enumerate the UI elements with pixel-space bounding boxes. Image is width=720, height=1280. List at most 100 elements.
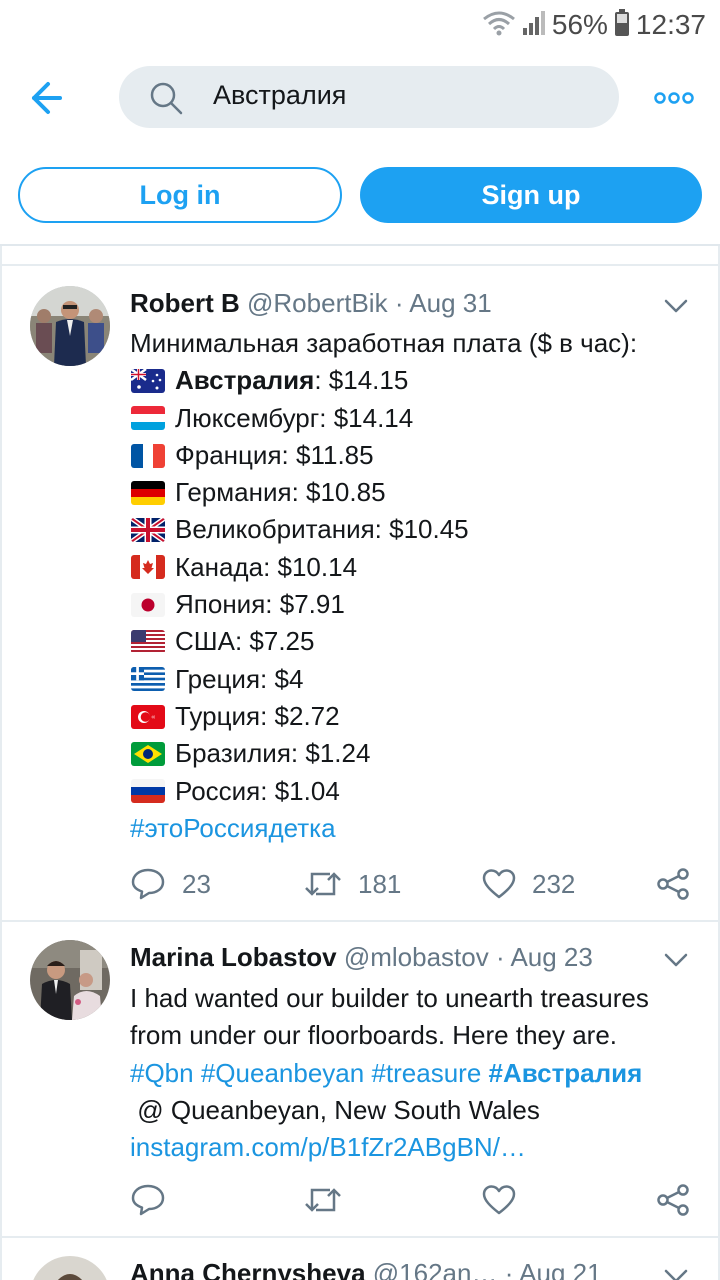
dot-separator: · (394, 288, 404, 318)
chevron-down-icon (664, 953, 688, 967)
tweet-intro: Минимальная заработная плата ($ в час): (130, 328, 638, 358)
dot-separator: · (495, 942, 505, 972)
wage-value: : $14.14 (319, 402, 414, 433)
back-button[interactable] (24, 78, 68, 118)
share-icon (657, 1184, 689, 1216)
country-name: Франция (175, 439, 282, 470)
signup-button[interactable]: Sign up (360, 167, 702, 223)
wage-value: : $14.15 (314, 365, 409, 396)
reply-icon (131, 868, 165, 900)
reply-button[interactable]: 23 (130, 864, 211, 904)
share-button[interactable] (656, 864, 690, 904)
tweet-date[interactable]: Aug 31 (409, 288, 491, 318)
wage-value: : $4 (260, 663, 304, 694)
like-button[interactable]: 232 (482, 864, 575, 904)
like-button[interactable] (482, 1180, 516, 1220)
wage-line: Турция: $2.72 (130, 698, 700, 735)
wage-value: : $10.85 (291, 477, 386, 508)
country-name: Япония (175, 589, 266, 620)
tweet-line: from under our floorboards. Here they ar… (130, 1020, 618, 1051)
tweet-header: Anna Chernysheva @162an… · Aug 21 (130, 1258, 602, 1280)
signal-icon (522, 10, 546, 41)
tweet-location: @ Queanbeyan, New South Wales (130, 1094, 540, 1125)
avatar[interactable] (30, 286, 110, 366)
author-name[interactable]: Robert B (130, 288, 240, 318)
wage-value: : $1.24 (290, 738, 371, 769)
retweet-icon (305, 872, 341, 896)
retweet-button[interactable] (304, 1180, 342, 1220)
heart-icon (482, 869, 516, 899)
avatar[interactable] (30, 940, 110, 1020)
search-query: Австралия (213, 80, 347, 110)
country-name: Бразилия (175, 738, 291, 769)
hashtag-link[interactable]: #этоРоссиядетка (130, 810, 336, 847)
wage-line: Канада: $10.14 (130, 549, 700, 586)
tweet-menu-button[interactable] (664, 952, 688, 968)
hashtag-link[interactable]: #Queanbeyan (201, 1055, 364, 1092)
author-name[interactable]: Marina Lobastov (130, 942, 337, 972)
wage-line: Россия: $1.04 (130, 773, 700, 810)
author-name[interactable]: Anna Chernysheva (130, 1258, 366, 1280)
battery-percent: 56% (551, 9, 608, 40)
japan-flag-icon (131, 592, 165, 617)
share-icon (657, 868, 689, 900)
canada-flag-icon (131, 555, 165, 580)
chevron-down-icon (664, 1269, 688, 1280)
retweet-icon (305, 1188, 341, 1212)
author-handle[interactable]: @RobertBik (247, 288, 388, 318)
australia-flag-icon (131, 368, 165, 393)
share-button[interactable] (656, 1180, 690, 1220)
search-input[interactable]: Австралия (119, 66, 619, 128)
back-arrow-icon (32, 82, 62, 114)
tweet-menu-button[interactable] (664, 1268, 688, 1280)
tweet-date[interactable]: Aug 21 (519, 1258, 601, 1280)
status-bar: 56% 12:37 (0, 0, 720, 50)
avatar[interactable] (30, 1256, 110, 1280)
wage-value: : $10.45 (374, 514, 469, 545)
author-handle[interactable]: @162an… (373, 1258, 498, 1280)
reply-button[interactable] (130, 1180, 166, 1220)
wage-value: : $7.91 (265, 589, 345, 620)
wage-line: #этоРоссиядетка (130, 810, 700, 847)
wifi-icon (482, 10, 516, 41)
tweet[interactable]: Robert B @RobertBik · Aug 31 Минимальная… (0, 266, 720, 920)
author-handle[interactable]: @mlobastov (344, 942, 489, 972)
wage-line: Бразилия: $1.24 (130, 735, 700, 772)
tweet[interactable]: Marina Lobastov @mlobastov · Aug 23 I ha… (0, 922, 720, 1236)
retweet-button[interactable]: 181 (304, 864, 401, 904)
hashtag-link[interactable]: #treasure (371, 1055, 481, 1092)
tweet[interactable]: Anna Chernysheva @162an… · Aug 21 (0, 1238, 720, 1280)
brazil-flag-icon (131, 741, 165, 766)
hashtags: #Qbn #Queanbeyan #treasure #Австралия (130, 1055, 700, 1092)
france-flag-icon (131, 443, 165, 468)
hashtag-link[interactable]: #Австралия (489, 1055, 643, 1092)
country-name: Люксембург (175, 402, 320, 433)
more-options-button[interactable] (654, 88, 694, 108)
usa-flag-icon (131, 630, 165, 655)
country-name: Турция (175, 700, 261, 731)
country-name: Великобритания (175, 514, 375, 545)
reply-count: 23 (182, 868, 211, 899)
clock: 12:37 (635, 9, 706, 40)
tweet-actions (130, 1180, 700, 1220)
search-header: Австралия (0, 50, 720, 146)
wage-line: США: $7.25 (130, 623, 700, 660)
tweet-menu-button[interactable] (664, 298, 688, 314)
wage-value: : $10.14 (263, 551, 358, 582)
wage-value: : $2.72 (260, 700, 340, 731)
heart-icon (482, 1185, 516, 1215)
instagram-link[interactable]: instagram.com/p/B1fZr2ABgBN/… (130, 1129, 700, 1166)
wage-value: : $7.25 (234, 626, 315, 657)
tweet-date[interactable]: Aug 23 (510, 942, 592, 972)
login-button[interactable]: Log in (18, 167, 342, 223)
country-name: Россия (175, 775, 261, 806)
wage-line: Франция: $11.85 (130, 437, 700, 474)
retweet-count: 181 (358, 868, 402, 899)
hashtag-link[interactable]: #Qbn (130, 1055, 194, 1092)
tweet-actions: 23 181 232 (130, 864, 700, 904)
battery-icon (614, 8, 630, 42)
wage-line: Великобритания: $10.45 (130, 511, 700, 548)
uk-flag-icon (131, 518, 165, 543)
greece-flag-icon (131, 667, 165, 692)
turkey-flag-icon (131, 704, 165, 729)
